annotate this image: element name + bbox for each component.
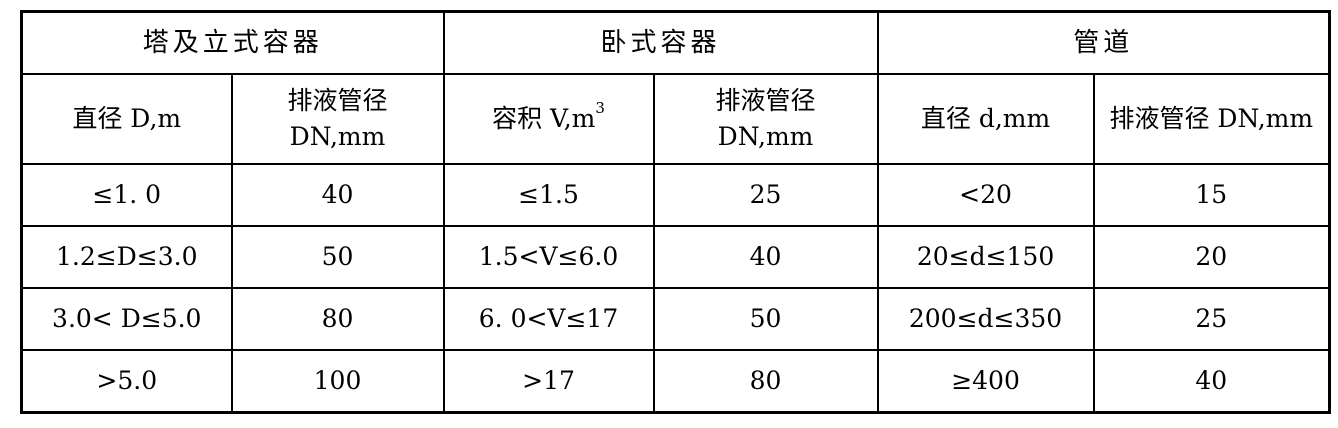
tower-drain-cell: 50 [230, 225, 445, 289]
tower-diameter-cell: ≤1. 0 [20, 163, 233, 227]
tower-diameter-cell: 1.2≤D≤3.0 [20, 225, 233, 289]
pipe-group-header: 管道 [876, 10, 1331, 75]
horizontal-volume-cell: >17 [442, 349, 655, 414]
group-header-row: 塔及立式容器 卧式容器 管道 [20, 10, 1331, 75]
pipe-diameter-cell: ≥400 [876, 349, 1095, 414]
horizontal-drain-cell: 50 [652, 287, 879, 351]
sub-header-row: 直径 D,m 排液管径 DN,mm 容积 V,m3 排液管径 DN,mm 直径 … [20, 73, 1331, 165]
horizontal-drain-header-line1: 排液管径 [715, 86, 816, 115]
cubic-superscript: 3 [595, 99, 605, 117]
horizontal-vessel-group-header: 卧式容器 [442, 10, 879, 75]
pipe-drain-cell: 25 [1092, 287, 1331, 351]
horizontal-volume-cell: 6. 0<V≤17 [442, 287, 655, 351]
pipe-drain-cell: 40 [1092, 349, 1331, 414]
pipe-diameter-cell: 20≤d≤150 [876, 225, 1095, 289]
pipe-diameter-cell: <20 [876, 163, 1095, 227]
tower-drain-header-line2: DN,mm [289, 122, 386, 151]
horizontal-volume-label: 容积 V,m [492, 104, 596, 133]
tower-drain-cell: 80 [230, 287, 445, 351]
tower-drain-cell: 100 [230, 349, 445, 414]
table-row: >5.0 100 >17 80 ≥400 40 [20, 349, 1331, 414]
tower-drain-header-line1: 排液管径 [287, 86, 388, 115]
pipe-diameter-cell: 200≤d≤350 [876, 287, 1095, 351]
drain-pipe-size-table: 塔及立式容器 卧式容器 管道 直径 D,m 排液管径 DN,mm 容积 V,m3… [20, 10, 1332, 414]
tower-drain-header: 排液管径 DN,mm [230, 73, 445, 165]
horizontal-volume-cell: 1.5<V≤6.0 [442, 225, 655, 289]
horizontal-drain-cell: 40 [652, 225, 879, 289]
horizontal-drain-cell: 25 [652, 163, 879, 227]
pipe-drain-cell: 15 [1092, 163, 1331, 227]
tower-diameter-cell: 3.0< D≤5.0 [20, 287, 233, 351]
tower-group-header: 塔及立式容器 [20, 10, 445, 75]
horizontal-volume-header: 容积 V,m3 [442, 73, 655, 165]
tower-diameter-cell: >5.0 [20, 349, 233, 414]
horizontal-drain-header: 排液管径 DN,mm [652, 73, 879, 165]
pipe-diameter-header: 直径 d,mm [876, 73, 1095, 165]
table-row: ≤1. 0 40 ≤1.5 25 <20 15 [20, 163, 1331, 227]
table-row: 1.2≤D≤3.0 50 1.5<V≤6.0 40 20≤d≤150 20 [20, 225, 1331, 289]
horizontal-drain-header-line2: DN,mm [717, 122, 814, 151]
horizontal-volume-cell: ≤1.5 [442, 163, 655, 227]
table-row: 3.0< D≤5.0 80 6. 0<V≤17 50 200≤d≤350 25 [20, 287, 1331, 351]
pipe-drain-header: 排液管径 DN,mm [1092, 73, 1331, 165]
tower-drain-cell: 40 [230, 163, 445, 227]
tower-diameter-header: 直径 D,m [20, 73, 233, 165]
horizontal-drain-cell: 80 [652, 349, 879, 414]
pipe-drain-cell: 20 [1092, 225, 1331, 289]
